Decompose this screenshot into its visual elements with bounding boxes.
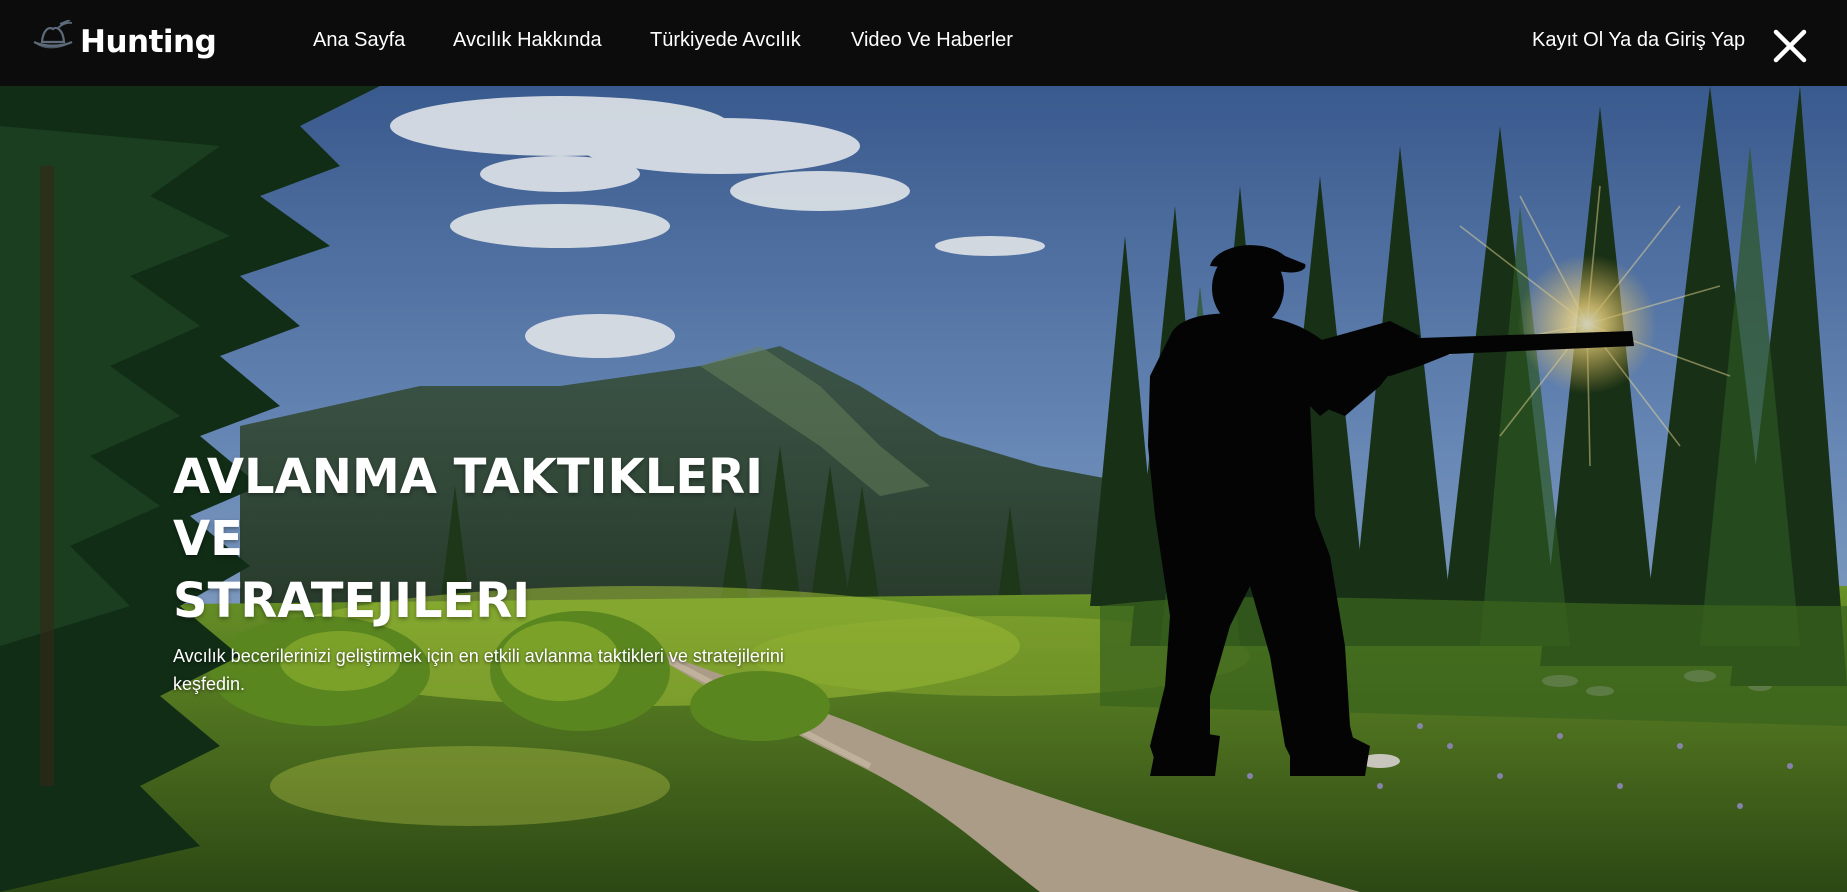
brand-logo[interactable]: Hunting	[30, 19, 217, 64]
nav-link-video-ve-haberler[interactable]: Video Ve Haberler	[851, 29, 1013, 52]
nav-link-avcilik-hakkinda[interactable]: Avcılık Hakkında	[453, 29, 602, 52]
close-icon[interactable]	[1772, 28, 1808, 64]
hero-title-line-1: AVLANMA TAKTIKLERI	[173, 449, 763, 505]
register-login-link[interactable]: Kayıt Ol Ya da Giriş Yap	[1532, 29, 1745, 52]
nav-link-turkiyede-avcilik[interactable]: Türkiyede Avcılık	[650, 29, 801, 52]
brand-name: Hunting	[80, 24, 217, 60]
top-navbar: Hunting Ana Sayfa Avcılık Hakkında Türki…	[0, 0, 1847, 86]
nav-link-ana-sayfa[interactable]: Ana Sayfa	[313, 29, 405, 52]
hunter-hat-icon	[30, 19, 76, 64]
hero-subtitle: Avcılık becerilerinizi geliştirmek için …	[173, 646, 784, 694]
hero-section: AVLANMA TAKTIKLERI VE STRATEJILERI Avcıl…	[0, 86, 1847, 892]
hero-title: AVLANMA TAKTIKLERI VE STRATEJILERI	[173, 446, 823, 632]
hero-title-line-3: STRATEJILERI	[173, 573, 531, 629]
hero-title-line-2: VE	[173, 511, 243, 567]
